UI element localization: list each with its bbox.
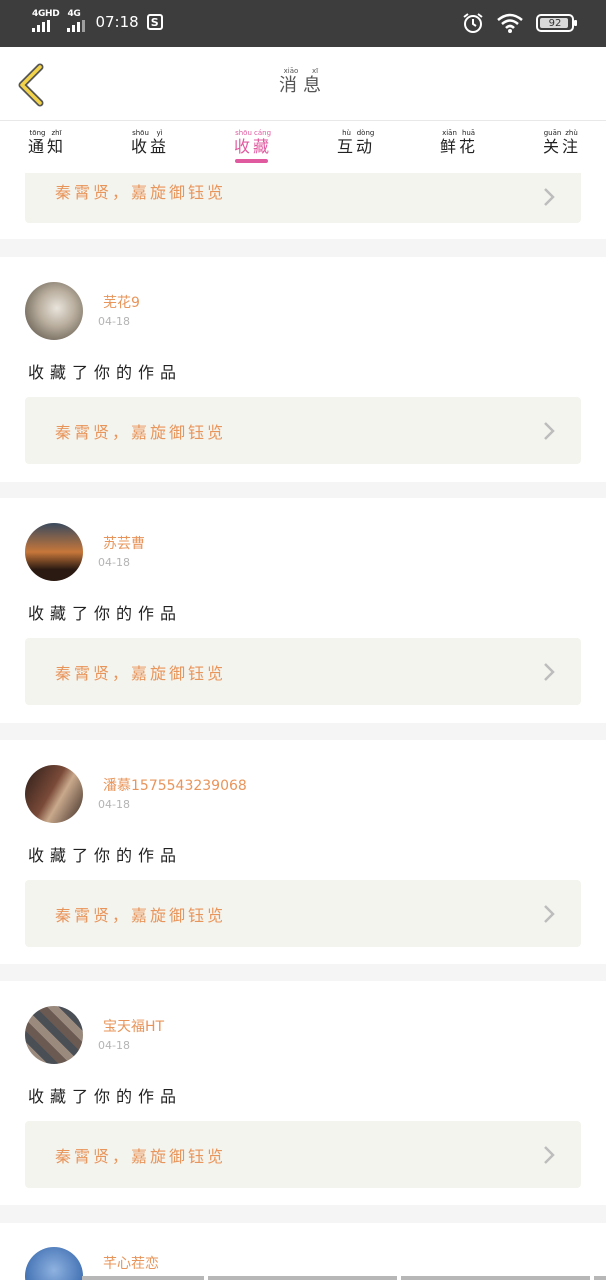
date: 04-18 xyxy=(98,798,130,811)
avatar[interactable] xyxy=(25,523,83,581)
date: 04-18 xyxy=(98,556,130,569)
avatar[interactable] xyxy=(25,282,83,340)
work-title: 秦霄贤，嘉旋御钰览 xyxy=(55,183,227,202)
username[interactable]: 宝天福HT xyxy=(103,1016,164,1036)
battery-icon: 92 xyxy=(536,14,577,32)
username[interactable]: 苏芸曹 xyxy=(103,533,145,553)
signal-bars-icon xyxy=(32,20,50,32)
username[interactable]: 芜花9 xyxy=(103,292,140,312)
feed-card-partial: 秦霄贤，嘉旋御钰览 xyxy=(0,173,606,239)
feed-card: 芜花9 04-18 收藏了你的作品 秦霄贤，嘉旋御钰览 xyxy=(0,257,606,482)
signal-label: 4GHD xyxy=(32,9,60,19)
wifi-icon xyxy=(497,13,523,33)
action-text: 收藏了你的作品 xyxy=(28,363,183,382)
work-title: 秦霄贤，嘉旋御钰览 xyxy=(55,1147,227,1166)
alarm-icon xyxy=(463,13,483,33)
tab-favorites[interactable]: 收shōu藏cáng xyxy=(234,129,272,157)
avatar[interactable] xyxy=(25,1006,83,1064)
chevron-right-icon xyxy=(544,422,555,440)
feed-card: 宝天福HT 04-18 收藏了你的作品 秦霄贤，嘉旋御钰览 xyxy=(0,981,606,1205)
header: 消xiāo息xī 消息 xyxy=(0,47,606,121)
date: 04-18 xyxy=(98,1039,130,1052)
username[interactable]: 芊心茬恋 xyxy=(103,1253,159,1273)
work-title: 秦霄贤，嘉旋御钰览 xyxy=(55,664,227,683)
signal-4ghd: 4GHD xyxy=(32,9,60,32)
work-title: 秦霄贤，嘉旋御钰览 xyxy=(55,906,227,925)
favorites-feed[interactable]: 秦霄贤，嘉旋御钰览 芜花9 04-18 收藏了你的作品 秦霄贤，嘉旋御钰览 苏芸… xyxy=(0,173,606,1280)
work-link[interactable]: 秦霄贤，嘉旋御钰览 xyxy=(25,173,581,223)
tab-earnings[interactable]: 收shōu益yì xyxy=(131,129,169,157)
action-text: 收藏了你的作品 xyxy=(28,846,183,865)
clock: 07:18 xyxy=(95,13,139,31)
action-text: 收藏了你的作品 xyxy=(28,604,183,623)
signal-4g: 4G xyxy=(67,9,86,32)
tab-follows[interactable]: 关guān注zhù xyxy=(543,129,581,157)
avatar[interactable] xyxy=(25,765,83,823)
chevron-right-icon xyxy=(544,1146,555,1164)
active-tab-indicator xyxy=(235,159,268,163)
signal-bars-icon xyxy=(67,20,86,32)
page-title: 消xiāo息xī 消息 xyxy=(279,67,327,96)
chevron-right-icon xyxy=(544,188,555,206)
work-link[interactable]: 秦霄贤，嘉旋御钰览 xyxy=(25,638,581,705)
signal-label: 4G xyxy=(67,9,81,19)
feed-card: 芊心茬恋 xyxy=(0,1223,606,1280)
tab-interactions[interactable]: 互hù动dòng xyxy=(337,129,375,157)
username[interactable]: 潘慕15755432390​68 xyxy=(103,775,247,795)
work-link[interactable]: 秦霄贤，嘉旋御钰览 xyxy=(25,397,581,464)
feed-card: 潘慕15755432390​68 04-18 收藏了你的作品 秦霄贤，嘉旋御钰览 xyxy=(0,740,606,964)
work-title: 秦霄贤，嘉旋御钰览 xyxy=(55,423,227,442)
tab-flowers[interactable]: 鲜xiān花huā xyxy=(440,129,478,157)
chevron-right-icon xyxy=(544,905,555,923)
tab-bar: 通tōng知zhī 收shōu益yì 收shōu藏cáng 互hù动dòng 鲜… xyxy=(0,121,606,173)
tab-notifications[interactable]: 通tōng知zhī xyxy=(28,129,66,157)
work-link[interactable]: 秦霄贤，嘉旋御钰览 xyxy=(25,1121,581,1188)
chevron-right-icon xyxy=(544,663,555,681)
feed-card: 苏芸曹 04-18 收藏了你的作品 秦霄贤，嘉旋御钰览 xyxy=(0,498,606,723)
avatar[interactable] xyxy=(25,1247,83,1280)
app-notification-icon: S xyxy=(146,14,163,30)
status-bar: 4GHD 4G 07:18 S 92 xyxy=(0,0,606,47)
bottom-indicator xyxy=(82,1276,606,1280)
date: 04-18 xyxy=(98,315,130,328)
battery-level: 92 xyxy=(548,17,562,29)
work-link[interactable]: 秦霄贤，嘉旋御钰览 xyxy=(25,880,581,947)
action-text: 收藏了你的作品 xyxy=(28,1087,183,1106)
